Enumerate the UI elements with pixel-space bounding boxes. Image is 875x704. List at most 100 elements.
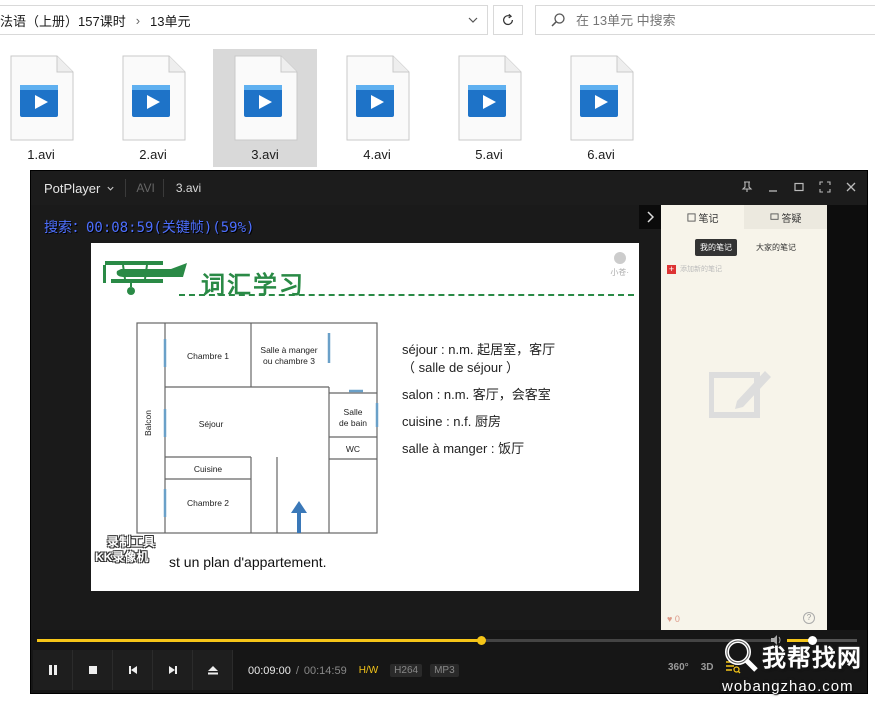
address-bar[interactable]: 法语（上册）157课时 › 13单元 xyxy=(0,5,488,35)
video-file-icon xyxy=(458,55,522,141)
playback-buttons xyxy=(33,650,233,690)
search-icon xyxy=(551,13,565,27)
minimize-icon xyxy=(769,190,777,192)
previous-icon xyxy=(128,666,137,674)
room-sejour: Séjour xyxy=(199,419,224,429)
tab-qa[interactable]: 答疑 xyxy=(744,205,827,229)
seek-osd: 搜索：00:08:59(关键帧)(59%) xyxy=(44,220,255,236)
vocab-item: salle à manger : 饭厅 xyxy=(402,441,525,456)
file-list: 1.avi 2.avi 3.avi 4.avi 5.avi 6.avi xyxy=(0,40,875,170)
file-item-4[interactable]: 4.avi xyxy=(325,49,429,167)
add-note-label: 添加新的笔记 xyxy=(680,266,722,273)
room-de-bain: de bain xyxy=(339,418,367,428)
vr-360-button[interactable]: 360° xyxy=(668,662,689,673)
tab-notes[interactable]: 笔记 xyxy=(661,205,744,229)
time-display: 00:09:00 / 00:14:59 H/W H264 MP3 xyxy=(248,664,459,677)
hw-accel-badge[interactable]: H/W xyxy=(355,664,382,677)
site-url: wobangzhao.com xyxy=(722,678,854,695)
room-balcon: Balcon xyxy=(143,410,153,436)
video-codec-badge[interactable]: H264 xyxy=(390,664,423,677)
pin-icon xyxy=(741,181,753,192)
room-wc: WC xyxy=(346,444,360,454)
breadcrumb-parent[interactable]: 法语（上册）157课时 xyxy=(0,11,126,30)
next-button[interactable] xyxy=(153,650,193,690)
pin-button[interactable] xyxy=(739,179,755,195)
room-salle: Salle xyxy=(344,407,363,417)
previous-button[interactable] xyxy=(113,650,153,690)
player-titlebar[interactable]: PotPlayer AVI 3.avi xyxy=(31,171,867,205)
lesson-slide: 词汇学习 小苍· Chambre 1 Salle à manger ou cha… xyxy=(91,243,639,591)
fullscreen-icon xyxy=(819,181,831,193)
recorder-watermark: 录制工具 KK录像机 xyxy=(95,535,156,564)
refresh-button[interactable] xyxy=(493,5,523,35)
maximize-icon xyxy=(794,182,804,192)
current-time: 00:09:00 xyxy=(248,664,291,677)
file-name: 6.avi xyxy=(587,147,615,162)
magnifier-logo-icon xyxy=(725,639,758,672)
everyone-notes-button[interactable]: 大家的笔记 xyxy=(751,239,801,256)
room-chambre1: Chambre 1 xyxy=(187,351,229,361)
eject-icon xyxy=(207,666,218,675)
title-divider xyxy=(125,179,127,197)
file-name: 4.avi xyxy=(363,147,391,162)
video-canvas[interactable]: 词汇学习 小苍· Chambre 1 Salle à manger ou cha… xyxy=(31,205,661,630)
chevron-down-icon[interactable] xyxy=(465,12,481,28)
room-chambre2: Chambre 2 xyxy=(187,498,229,508)
my-notes-button[interactable]: 我的笔记 xyxy=(695,239,737,256)
video-file-icon xyxy=(122,55,186,141)
floorplan-diagram: Chambre 1 Salle à manger ou chambre 3 Sé… xyxy=(136,322,379,534)
site-watermark: 我帮找网 wobangzhao.com xyxy=(722,634,872,702)
add-note-row[interactable]: + 添加新的笔记 xyxy=(667,264,827,274)
file-item-1[interactable]: 1.avi xyxy=(0,49,93,167)
file-name: 1.avi xyxy=(27,147,55,162)
file-name: 2.avi xyxy=(139,147,167,162)
window-controls xyxy=(739,179,859,195)
fullscreen-button[interactable] xyxy=(817,179,833,195)
audio-codec-badge[interactable]: MP3 xyxy=(430,664,459,677)
file-item-3[interactable]: 3.avi xyxy=(213,49,317,167)
close-button[interactable] xyxy=(843,179,859,195)
stop-button[interactable] xyxy=(73,650,113,690)
minimize-button[interactable] xyxy=(765,179,781,195)
notes-filter: 我的笔记 大家的笔记 xyxy=(695,239,827,256)
site-name: 我帮找网 xyxy=(762,645,862,672)
search-box[interactable] xyxy=(535,5,875,35)
file-item-2[interactable]: 2.avi xyxy=(101,49,205,167)
app-menu-button[interactable]: PotPlayer xyxy=(44,181,115,196)
help-button[interactable]: ? xyxy=(803,612,815,624)
title-divider xyxy=(162,179,164,197)
cat-logo-icon xyxy=(613,252,626,264)
plus-icon: + xyxy=(667,263,676,274)
chevron-right-icon xyxy=(647,211,654,223)
time-separator: / xyxy=(295,664,299,677)
chat-icon xyxy=(769,212,779,220)
video-file-icon xyxy=(346,55,410,141)
file-item-6[interactable]: 6.avi xyxy=(549,49,653,167)
pause-button[interactable] xyxy=(33,650,73,690)
seek-progress xyxy=(37,639,481,642)
maximize-button[interactable] xyxy=(791,179,807,195)
file-name: 5.avi xyxy=(475,147,503,162)
file-item-5[interactable]: 5.avi xyxy=(437,49,541,167)
next-icon xyxy=(168,666,177,674)
edit-icon xyxy=(686,212,696,222)
notes-tabs: 笔记 答疑 xyxy=(661,205,827,229)
search-input[interactable] xyxy=(576,12,836,28)
seek-bar[interactable] xyxy=(37,636,777,645)
breadcrumb-separator: › xyxy=(135,12,141,28)
empty-notes-icon xyxy=(709,371,771,418)
room-ou-chambre3: ou chambre 3 xyxy=(263,356,315,366)
notes-panel: 笔记 答疑 我的笔记 大家的笔记 + 添加新的笔记 ♥ 0 ? xyxy=(661,205,827,630)
room-salle-a-manger: Salle à manger xyxy=(260,345,317,355)
slide-caption: st un plan d'appartement. xyxy=(169,554,327,570)
stop-icon xyxy=(88,666,97,674)
breadcrumb-current[interactable]: 13单元 xyxy=(150,11,190,30)
potplayer-window: PotPlayer AVI 3.avi 词汇学习 小苍· Chambre 1 S… xyxy=(30,170,868,694)
room-cuisine: Cuisine xyxy=(194,464,223,474)
seek-handle[interactable] xyxy=(477,636,486,645)
player-side-edge xyxy=(827,205,867,630)
panel-toggle-button[interactable] xyxy=(639,205,661,229)
3d-button[interactable]: 3D xyxy=(701,662,714,673)
vocab-item: séjour : n.m. 起居室，客厅（ salle de séjour ） xyxy=(402,342,556,375)
eject-button[interactable] xyxy=(193,650,233,690)
